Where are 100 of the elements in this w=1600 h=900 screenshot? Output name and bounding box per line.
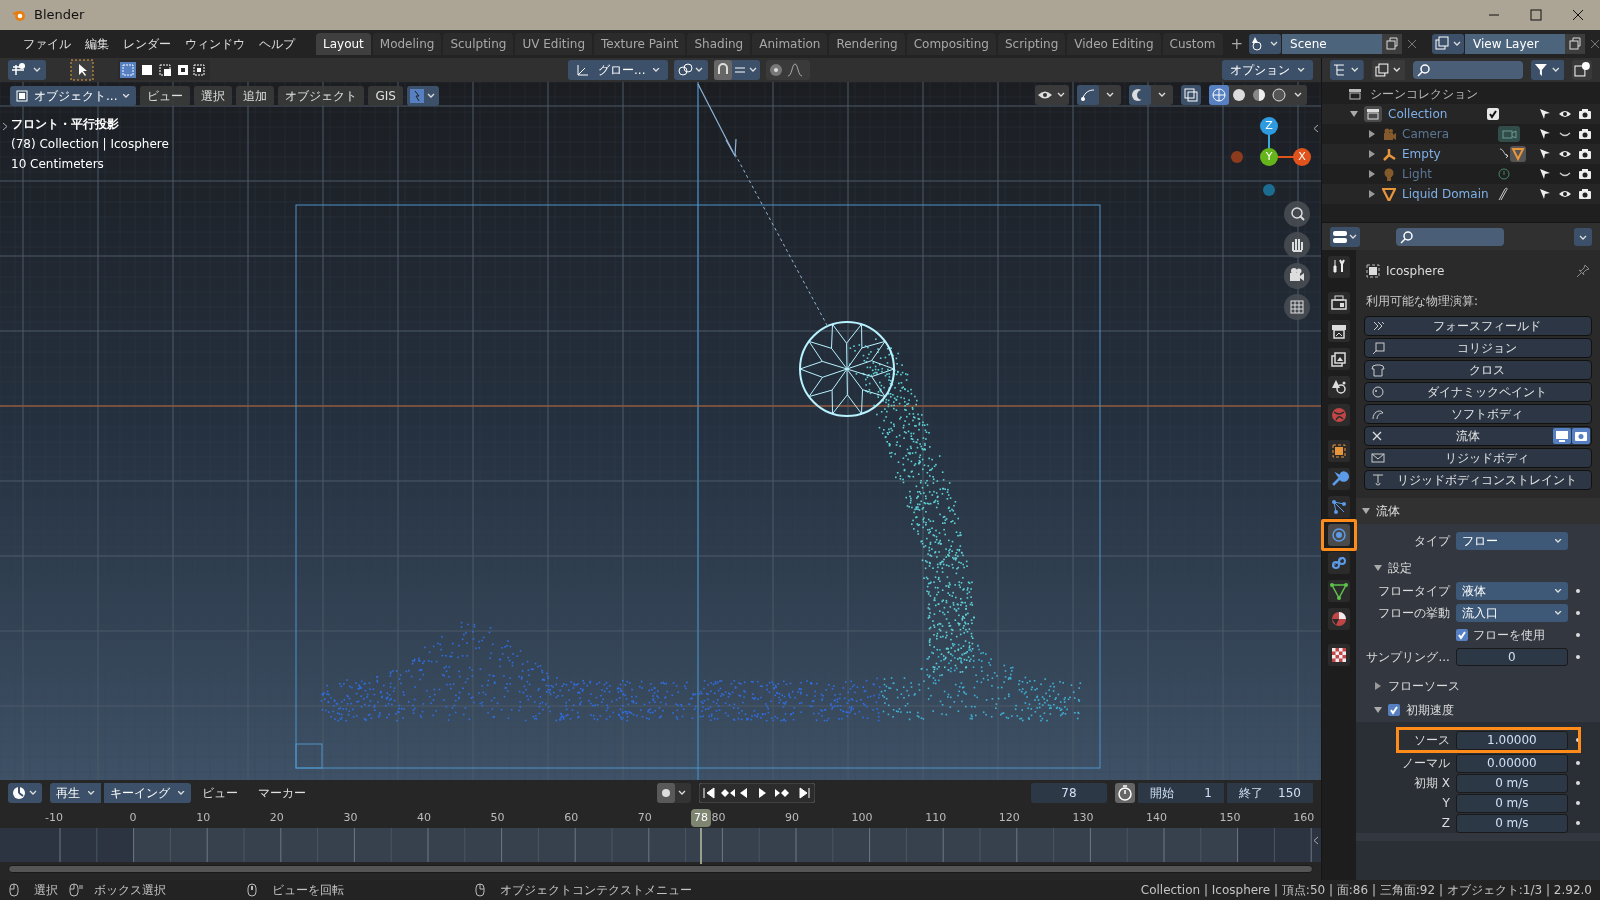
menu-item[interactable]: ファイル [16, 35, 78, 53]
physics-button[interactable]: クロス [1363, 360, 1592, 380]
gizmo-x-axis[interactable]: X [1293, 148, 1311, 166]
dropdown[interactable]: フロー [1455, 532, 1568, 550]
number-field[interactable]: 0 m/s [1455, 793, 1568, 813]
expand-arrow-icon[interactable] [1361, 507, 1370, 515]
transform-orientation-dropdown[interactable]: グロー... [568, 60, 669, 80]
start-frame-field[interactable]: 開始 1 [1138, 783, 1224, 803]
camera-icon[interactable] [1283, 262, 1311, 290]
timeline-track[interactable] [0, 827, 1321, 862]
select-arrow-icon[interactable] [1538, 107, 1552, 121]
dropdown[interactable]: 液体 [1455, 582, 1568, 600]
view-layer-dropdown[interactable] [1371, 60, 1406, 80]
icosphere-wireframe[interactable] [799, 321, 895, 417]
checkbox-label[interactable]: フローを使用 [1472, 626, 1568, 644]
outliner-item[interactable]: シーンコレクション [1370, 85, 1478, 103]
expand-arrow-icon[interactable] [1368, 150, 1376, 158]
workspace-tab[interactable]: Rendering [829, 33, 905, 55]
viewport-menu[interactable]: 追加 [236, 86, 275, 106]
panel-title[interactable]: 流体 [1375, 502, 1400, 520]
copy-icon[interactable] [1565, 34, 1586, 54]
workspace-tab[interactable]: Custom [1162, 33, 1223, 55]
display-mode-dropdown[interactable] [1330, 60, 1364, 80]
subpanel-title[interactable]: 初期速度 [1405, 701, 1454, 719]
select-arrow-icon[interactable] [1538, 147, 1552, 161]
workspace-tab[interactable]: Compositing [906, 33, 996, 55]
viewport-menu[interactable]: オブジェクト [278, 86, 365, 106]
workspace-tab[interactable]: Animation [752, 33, 828, 55]
viewport-menu[interactable]: 選択 [194, 86, 233, 106]
expand-arrow-icon[interactable] [1368, 170, 1376, 178]
checkbox[interactable] [1387, 704, 1400, 716]
gizmo-negative-z-handle[interactable] [1263, 184, 1275, 196]
workspace-tab[interactable]: Shading [687, 33, 751, 55]
select-arrow-icon[interactable] [1538, 167, 1552, 181]
copy-icon[interactable] [1382, 34, 1403, 54]
object-tab[interactable] [1327, 440, 1350, 462]
viewport-menu[interactable]: ビュー [140, 86, 191, 106]
number-field[interactable]: 0 m/s [1455, 813, 1568, 833]
pin-icon[interactable] [1576, 264, 1590, 278]
physics-button[interactable]: ソフトボディ [1363, 404, 1592, 424]
close-icon[interactable] [1370, 430, 1383, 442]
physics-button[interactable]: フォースフィールド [1363, 316, 1592, 336]
camera-icon[interactable] [1578, 147, 1592, 161]
material-tab[interactable] [1327, 608, 1350, 630]
camera-icon[interactable] [1578, 107, 1592, 121]
tool-tab[interactable] [1327, 256, 1350, 278]
playhead-line[interactable] [700, 828, 703, 864]
expand-arrow-icon[interactable] [1373, 706, 1382, 714]
hand-icon[interactable] [1283, 231, 1311, 259]
zoom-icon[interactable] [1283, 200, 1311, 228]
expand-arrow-icon[interactable] [1373, 564, 1382, 572]
render-tab[interactable] [1327, 292, 1350, 314]
close-icon[interactable] [1572, 9, 1584, 21]
expand-arrow-icon[interactable] [1350, 110, 1358, 118]
maximize-icon[interactable] [1530, 9, 1542, 21]
constraints-tab[interactable] [1327, 552, 1350, 574]
editor-type-button[interactable] [8, 783, 42, 803]
outliner-item[interactable]: Collection [1388, 105, 1448, 123]
mode-dropdown[interactable]: オブジェクト... [10, 86, 137, 106]
options-dropdown[interactable]: オプション [1222, 60, 1313, 80]
menu-item[interactable]: ヘルプ [252, 35, 302, 53]
playhead-frame-label[interactable]: 78 [691, 809, 712, 827]
monitor-toggle-icon[interactable] [1553, 428, 1571, 444]
scene-field[interactable]: Scene [1282, 34, 1383, 54]
scene-type-icon[interactable] [1249, 34, 1282, 54]
menu-item[interactable]: ウィンドウ [178, 35, 252, 53]
number-field[interactable]: 0.00000 [1455, 753, 1568, 773]
playback-controls[interactable] [699, 783, 815, 803]
number-field[interactable]: 0 [1455, 648, 1568, 666]
search-field[interactable] [1413, 61, 1523, 79]
gis-tool-button[interactable] [406, 86, 439, 106]
editor-type-button[interactable] [1330, 226, 1360, 247]
outliner-item[interactable]: Camera [1402, 125, 1492, 143]
gizmo-negative-x-handle[interactable] [1231, 151, 1243, 163]
shading-mode-buttons[interactable] [1209, 85, 1307, 105]
subpanel-title[interactable]: フローソース [1387, 677, 1460, 695]
camera-toggle-icon[interactable] [1572, 428, 1590, 444]
menu-item[interactable]: 編集 [78, 35, 116, 53]
stopwatch-icon[interactable] [1115, 783, 1135, 803]
modifier-tab[interactable] [1327, 468, 1350, 490]
select-tool-button[interactable] [70, 59, 94, 81]
workspace-tab[interactable]: Sculpting [443, 33, 514, 55]
end-frame-field[interactable]: 終了 150 [1227, 783, 1313, 803]
output-tab[interactable] [1327, 320, 1350, 342]
data-tab[interactable] [1327, 580, 1350, 602]
world-tab[interactable] [1327, 404, 1350, 426]
viewport-menu[interactable]: GIS [368, 86, 403, 106]
timeline-dropdown[interactable]: 再生 [50, 783, 101, 803]
camera-icon[interactable] [1578, 127, 1592, 141]
proportional-editing-buttons[interactable] [766, 60, 811, 80]
add-workspace-button[interactable]: + [1224, 32, 1250, 56]
options-dropdown[interactable] [1574, 227, 1592, 246]
subpanel-title[interactable]: 設定 [1387, 559, 1412, 577]
select-arrow-icon[interactable] [1538, 187, 1552, 201]
search-field[interactable] [1396, 227, 1504, 246]
number-field[interactable]: 1.00000 [1455, 730, 1568, 750]
xray-toggle-button[interactable] [1181, 85, 1201, 105]
expand-arrow-icon[interactable] [1368, 190, 1376, 198]
physics-button[interactable]: リジッドボディ [1363, 448, 1592, 468]
auto-keying-button[interactable] [657, 783, 691, 803]
